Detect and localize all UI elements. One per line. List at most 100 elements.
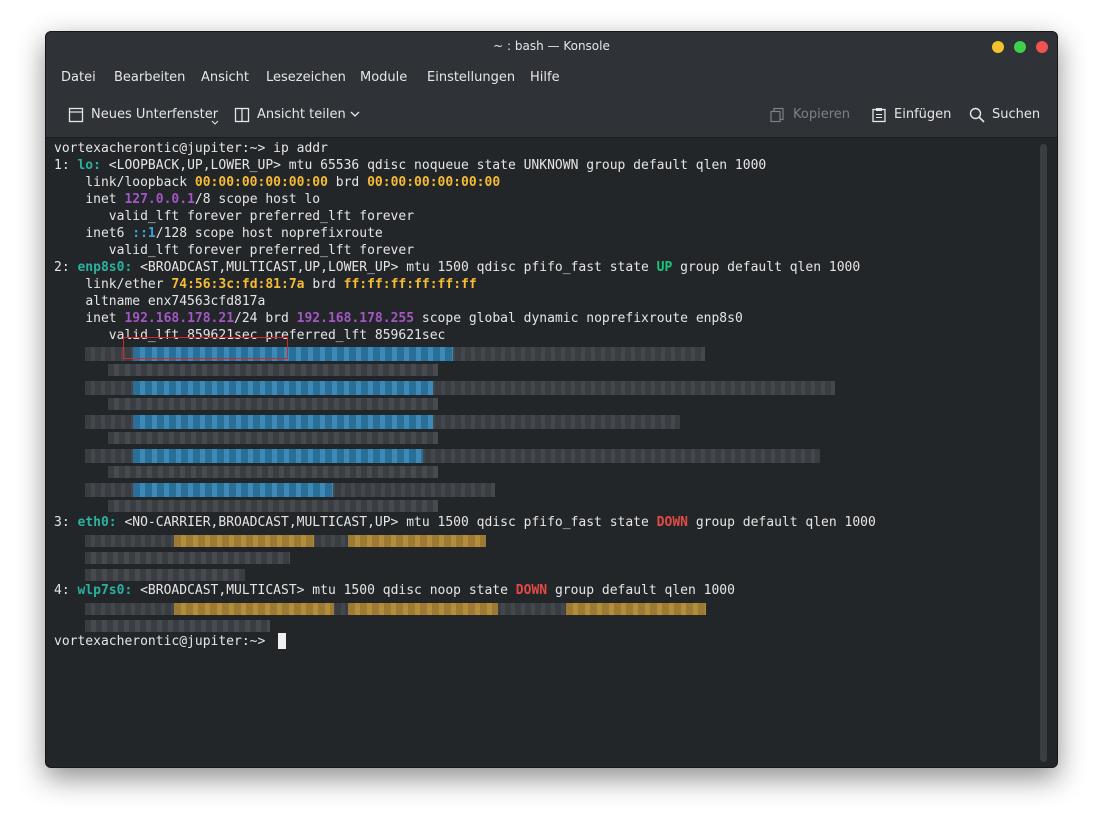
new-tab-dropdown-icon — [211, 120, 219, 125]
ip-highlight-box — [123, 337, 288, 359]
menu-einstellungen[interactable]: Einstellungen — [427, 70, 515, 85]
search-label: Suchen — [992, 107, 1041, 122]
lo-header: 1: lo: <LOOPBACK,UP,LOWER_UP> mtu 65536 … — [54, 157, 766, 174]
maximize-button[interactable] — [1014, 41, 1026, 53]
lo-valid-line: valid_lft forever preferred_lft forever — [54, 208, 414, 225]
state-up: UP — [656, 260, 673, 275]
minimize-button[interactable] — [992, 41, 1004, 53]
redacted-block — [133, 381, 433, 395]
interface-index: 2: — [54, 260, 70, 275]
enp-inet-line: inet 192.168.178.21/24 brd 192.168.178.2… — [54, 310, 743, 327]
label: inet — [85, 311, 117, 326]
paste-label: Einfügen — [894, 107, 952, 122]
interface-index: 4: — [54, 583, 70, 598]
lo-link-line: link/loopback 00:00:00:00:00:00 brd 00:0… — [54, 174, 500, 191]
menu-bearbeiten[interactable]: Bearbeiten — [114, 70, 185, 85]
enp-altname-line: altname enx74563cfd817a — [54, 293, 265, 310]
scrollbar[interactable] — [1040, 144, 1047, 762]
interface-flags: <BROADCAST,MULTICAST,UP,LOWER_UP> mtu 15… — [140, 260, 649, 275]
state-down: DOWN — [656, 515, 688, 530]
redacted-block — [85, 620, 270, 632]
command-text: ip addr — [273, 141, 328, 156]
terminal-output[interactable]: vortexacherontic@jupiter:~> ip addr 1: l… — [46, 137, 1036, 767]
redacted-block — [348, 603, 498, 615]
text: group default qlen 1000 — [695, 515, 876, 530]
label: inet — [85, 192, 117, 207]
interface-name: eth0: — [77, 515, 117, 530]
state-down: DOWN — [515, 583, 548, 598]
redacted-block — [174, 603, 334, 615]
redacted-block — [108, 500, 438, 512]
redacted-block — [348, 535, 486, 547]
final-prompt-line: vortexacherontic@jupiter:~> — [54, 633, 273, 650]
interface-index: 1: — [54, 158, 70, 173]
redacted-block — [566, 603, 706, 615]
redacted-block — [133, 415, 433, 429]
interface-flags: <BROADCAST,MULTICAST> mtu 1500 qdisc noo… — [140, 583, 508, 598]
chevron-down-icon — [350, 111, 360, 117]
ip-address: 127.0.0.1 — [124, 192, 195, 207]
menu-bar: Datei Bearbeiten Ansicht Lesezeichen Mod… — [46, 62, 1057, 92]
label: inet6 — [85, 226, 125, 241]
eth-header: 3: eth0: <NO-CARRIER,BROADCAST,MULTICAST… — [54, 514, 876, 531]
label: brd — [312, 277, 336, 292]
redacted-block — [133, 449, 423, 463]
konsole-window: ~ : bash — Konsole Datei Bearbeiten Ansi… — [45, 31, 1058, 768]
prompt: vortexacherontic@jupiter:~> — [54, 141, 266, 156]
text: scope global dynamic noprefixroute enp8s… — [421, 311, 743, 326]
text: /128 scope host noprefixroute — [155, 226, 383, 241]
split-view-icon — [234, 107, 250, 123]
lo-inet-line: inet 127.0.0.1/8 scope host lo — [54, 191, 320, 208]
broadcast-ip: 192.168.178.255 — [296, 311, 415, 326]
menu-ansicht[interactable]: Ansicht — [201, 70, 249, 85]
copy-icon — [770, 107, 784, 123]
redacted-block — [108, 398, 438, 410]
window-title: ~ : bash — Konsole — [493, 39, 610, 53]
close-button[interactable] — [1036, 41, 1048, 53]
label: link/loopback — [85, 175, 188, 190]
text: /24 brd — [234, 311, 289, 326]
menu-hilfe[interactable]: Hilfe — [530, 70, 560, 85]
text-cursor — [278, 633, 286, 649]
enp-link-line: link/ether 74:56:3c:fd:81:7a brd ff:ff:f… — [54, 276, 477, 293]
menu-lesezeichen[interactable]: Lesezeichen — [266, 70, 346, 85]
label: link/ether — [85, 277, 164, 292]
lo-inet6-line: inet6 ::1/128 scope host noprefixroute — [54, 225, 383, 242]
text: valid_lft forever preferred_lft forever — [108, 209, 415, 224]
text: valid_lft forever preferred_lft forever — [108, 243, 415, 258]
interface-name: wlp7s0: — [77, 583, 133, 598]
ipv6-address: ::1 — [132, 226, 156, 241]
copy-label: Kopieren — [793, 107, 850, 122]
interface-flags: <NO-CARRIER,BROADCAST,MULTICAST,UP> mtu … — [124, 515, 649, 530]
interface-flags: <LOOPBACK,UP,LOWER_UP> mtu 65536 qdisc n… — [108, 158, 767, 173]
broadcast-mac: 00:00:00:00:00:00 — [367, 175, 501, 190]
prompt: vortexacherontic@jupiter:~> — [54, 634, 266, 649]
redacted-block — [85, 552, 290, 564]
split-view-label: Ansicht teilen — [257, 107, 346, 122]
redacted-block — [133, 483, 333, 497]
new-tab-icon — [68, 107, 84, 123]
text: group default qlen 1000 — [554, 583, 735, 598]
interface-index: 3: — [54, 515, 70, 530]
wlp-header: 4: wlp7s0: <BROADCAST,MULTICAST> mtu 150… — [54, 582, 735, 599]
new-tab-label: Neues Unterfenster — [91, 107, 219, 122]
text: altname enx74563cfd817a — [85, 294, 266, 309]
text: group default qlen 1000 — [680, 260, 861, 275]
redacted-block — [108, 466, 438, 478]
menu-module[interactable]: Module — [360, 70, 407, 85]
title-bar[interactable]: ~ : bash — Konsole — [46, 32, 1057, 62]
text: /8 scope host lo — [194, 192, 321, 207]
enp-header: 2: enp8s0: <BROADCAST,MULTICAST,UP,LOWER… — [54, 259, 860, 276]
redacted-block — [85, 569, 245, 581]
interface-name: enp8s0: — [77, 260, 133, 275]
ip-address: 192.168.178.21 — [124, 311, 235, 326]
redacted-block — [108, 432, 438, 444]
menu-datei[interactable]: Datei — [61, 70, 96, 85]
toolbar: Neues Unterfenster Ansicht teilen Kopier… — [46, 92, 1057, 138]
lo-valid6-line: valid_lft forever preferred_lft forever — [54, 242, 414, 259]
command-line: vortexacherontic@jupiter:~> ip addr — [54, 140, 328, 157]
broadcast-mac: ff:ff:ff:ff:ff:ff — [343, 277, 477, 292]
label: brd — [335, 175, 360, 190]
search-icon — [969, 107, 985, 123]
mac-address: 00:00:00:00:00:00 — [194, 175, 328, 190]
